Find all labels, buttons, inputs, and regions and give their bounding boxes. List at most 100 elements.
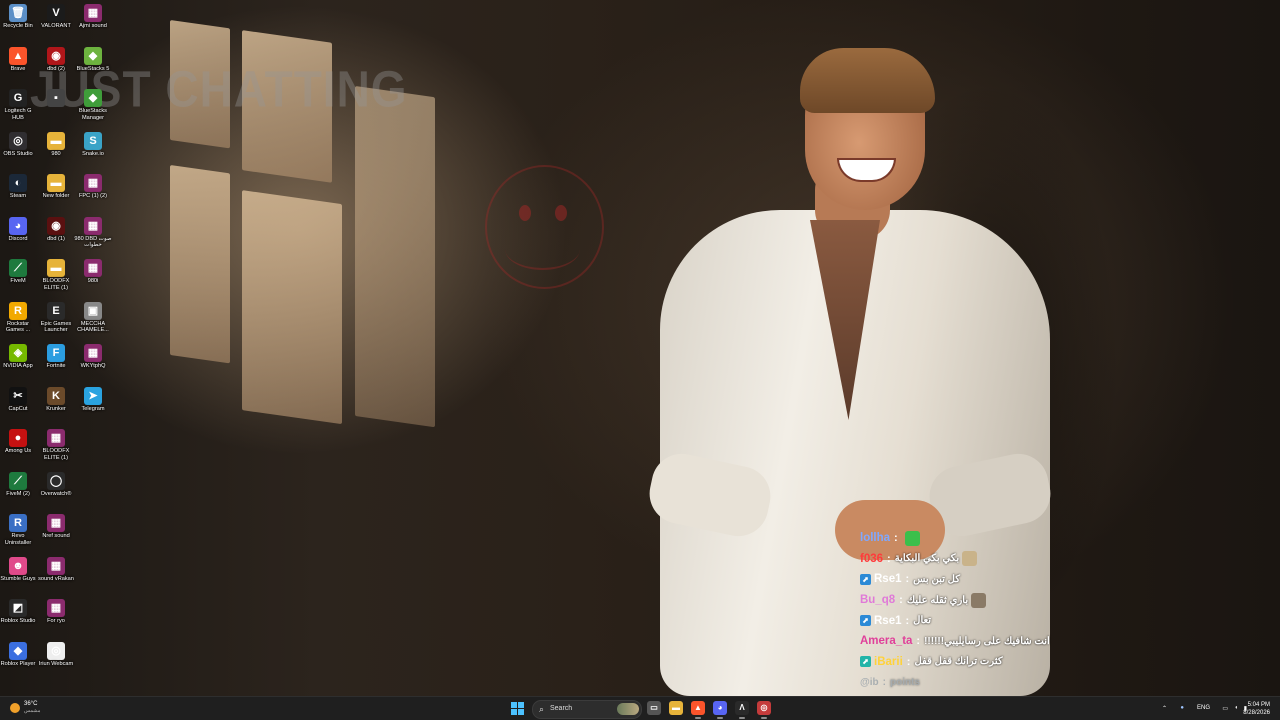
start-button[interactable] bbox=[511, 702, 524, 715]
desktop-icon[interactable]: ☻ Stumble Guys bbox=[0, 555, 38, 583]
desktop-icon: ▪ bbox=[36, 87, 76, 108]
desktop-icon-label: For ryo bbox=[47, 618, 65, 624]
desktop-icon[interactable]: ⟋ FiveM bbox=[0, 257, 38, 285]
desktop-icon bbox=[73, 470, 113, 491]
dbd-icon: ◉ bbox=[47, 46, 65, 65]
taskbar-search[interactable]: ⌕ Search bbox=[532, 700, 642, 719]
desktop-icon[interactable]: K Krunker bbox=[36, 385, 76, 413]
desktop-icon[interactable]: S Snake.io bbox=[73, 130, 113, 158]
weather-temp: 36°C bbox=[24, 701, 38, 707]
desktop-icon-label: sound vRakan bbox=[38, 575, 74, 582]
desktop-icon[interactable]: ▦ Ajmi sound bbox=[73, 2, 113, 30]
desktop-icon-label: FiveM bbox=[10, 278, 26, 284]
chat-username: Rse1 bbox=[874, 614, 902, 627]
file-explorer-icon[interactable]: ▬ bbox=[669, 701, 683, 715]
desktop-icon[interactable]: ◉ dbd (2) bbox=[36, 45, 76, 73]
desktop-icon[interactable]: ◕ Discord bbox=[0, 215, 38, 243]
blank-icon bbox=[84, 599, 102, 617]
logitech-icon: G bbox=[9, 89, 27, 107]
brave-icon[interactable]: ▲ bbox=[691, 701, 705, 715]
chat-username: f036 bbox=[860, 552, 884, 565]
desktop-icon[interactable]: ◉ dbd (1) bbox=[36, 215, 76, 243]
desktop-icon[interactable]: ◆ Roblox Player bbox=[0, 640, 38, 668]
running-indicator bbox=[761, 717, 767, 719]
desktop-icon-label: MECCHA CHAMELE... bbox=[77, 320, 109, 334]
desktop-icon[interactable]: ◎ Iriun Webcam bbox=[36, 640, 76, 668]
file-icon: ▣ bbox=[84, 301, 102, 320]
desktop-icon[interactable]: ▣ MECCHA CHAMELE... bbox=[73, 300, 113, 334]
prime-badge-icon: ⬈ bbox=[860, 656, 871, 668]
winrar-icon: ▦ bbox=[47, 556, 65, 575]
desktop-icon[interactable]: 🗑 Recycle Bin bbox=[0, 2, 38, 30]
desktop-icon-label: FPC (1) (2) bbox=[79, 193, 107, 199]
desktop-icon[interactable]: ◆ BlueStacks Manager bbox=[73, 87, 113, 121]
language-indicator[interactable]: ENG bbox=[1197, 705, 1210, 711]
desktop-icon[interactable]: G Logitech G HUB bbox=[0, 87, 38, 121]
desktop-icon[interactable]: ▬ New folder bbox=[36, 172, 76, 200]
network-icon[interactable]: ▭ bbox=[1222, 705, 1228, 712]
terminal-icon[interactable]: Λ bbox=[735, 701, 749, 715]
desktop-icon-label: Logitech G HUB bbox=[4, 108, 32, 121]
desktop-icon[interactable]: ▦ BLOODFX ELITE (1) bbox=[36, 427, 76, 461]
desktop-icon[interactable]: ▦ WKYtphQ bbox=[73, 342, 113, 370]
fivem-icon: ⟋ bbox=[9, 259, 27, 277]
desktop-icon[interactable]: ◩ Roblox Studio bbox=[0, 597, 38, 625]
desktop-icon[interactable]: R Rockstar Games ... bbox=[0, 300, 38, 334]
volume-icon[interactable]: ◖ bbox=[1234, 705, 1238, 711]
desktop-icon-label: CapCut bbox=[8, 405, 28, 412]
desktop-icon[interactable]: ▦ Nref sound bbox=[36, 512, 76, 540]
running-indicator bbox=[739, 717, 745, 719]
desktop-icon[interactable]: V VALORANT bbox=[36, 2, 76, 30]
desktop-icon-label: OBS Studio bbox=[3, 150, 33, 157]
chat-message: ⬈ Rse1: كل تبن بس bbox=[860, 569, 1090, 590]
desktop-icon[interactable]: ◆ BlueStacks 5 bbox=[73, 45, 113, 73]
desktop-icon[interactable]: ⟋ FiveM (2) bbox=[0, 470, 38, 498]
smiley-graffiti bbox=[485, 165, 604, 289]
blank-icon bbox=[84, 472, 102, 490]
prime-badge-icon: ⬈ bbox=[860, 615, 871, 627]
folder-icon: ▬ bbox=[47, 259, 65, 277]
overwatch-icon: ◯ bbox=[47, 471, 65, 490]
desktop-icon[interactable]: ● Among Us bbox=[0, 427, 38, 455]
desktop-icon[interactable]: ▲ Brave bbox=[0, 45, 38, 73]
folder-icon: ▬ bbox=[47, 131, 65, 150]
desktop-icon[interactable]: ◎ OBS Studio bbox=[0, 130, 38, 158]
chat-emote-icon bbox=[904, 530, 920, 546]
desktop-icon[interactable]: ▬ BLOODFX ELITE (1) bbox=[36, 257, 76, 291]
desktop-icon[interactable]: ▬ 980 bbox=[36, 130, 76, 158]
desktop-icon-label: BlueStacks 5 bbox=[76, 65, 110, 72]
desktop-icon[interactable]: ✂ CapCut bbox=[0, 385, 38, 413]
discord-icon[interactable]: ◕ bbox=[713, 701, 727, 715]
desktop-icon[interactable]: ◯ Overwatch® bbox=[36, 470, 76, 498]
desktop-icon[interactable]: ▦ For ryo bbox=[36, 597, 76, 625]
desktop-icon[interactable]: F Fortnite bbox=[36, 342, 76, 370]
desktop-icon[interactable]: E Epic Games Launcher bbox=[36, 300, 76, 334]
desktop-icon[interactable]: ➤ Telegram bbox=[73, 385, 113, 413]
desktop-icon[interactable]: ▦ sound vRakan bbox=[36, 555, 76, 583]
desktop-icon bbox=[73, 597, 113, 618]
desktop-icon[interactable]: ▦ 980 DBD صوت خطوات bbox=[73, 215, 113, 249]
chat-message: @ib: points bbox=[860, 676, 920, 688]
desktop-icon[interactable]: ◈ NVIDIA App bbox=[0, 342, 38, 370]
desktop-icon[interactable]: ▦ 980i bbox=[73, 257, 113, 285]
weather-widget[interactable]: 36°C مشمس bbox=[10, 701, 40, 714]
desktop-icon[interactable]: ◐ Steam bbox=[0, 172, 38, 200]
desktop-icon[interactable]: ▦ FPC (1) (2) bbox=[73, 172, 113, 200]
chevron-up-icon[interactable]: ⌃ bbox=[1162, 705, 1167, 712]
chat-message: ⬈ Rse1: تعال bbox=[860, 610, 1090, 631]
obs-icon: ◎ bbox=[9, 131, 27, 150]
desktop-icon[interactable]: R Revo Uninstaller bbox=[0, 512, 38, 546]
microphone-icon[interactable]: ● bbox=[1180, 705, 1184, 711]
desktop-icon-label: Brave bbox=[10, 65, 26, 72]
desktop-icon-label: Among Us bbox=[4, 448, 32, 454]
taskbar-clock[interactable]: 5:04 PM 8/28/2026 bbox=[1243, 701, 1270, 717]
desktop-icon-label: Nref sound bbox=[42, 533, 70, 539]
telegram-icon: ➤ bbox=[84, 386, 102, 405]
iriun-webcam-icon: ◎ bbox=[47, 641, 65, 660]
obs-icon[interactable]: ◎ bbox=[757, 701, 771, 715]
bluestacks-manager-icon: ◆ bbox=[84, 89, 102, 107]
sun-icon bbox=[10, 702, 20, 713]
desktop-icon-label: New folder bbox=[42, 193, 70, 199]
task-view-icon[interactable]: ▭ bbox=[647, 701, 661, 715]
rockstar-icon: R bbox=[9, 301, 27, 320]
